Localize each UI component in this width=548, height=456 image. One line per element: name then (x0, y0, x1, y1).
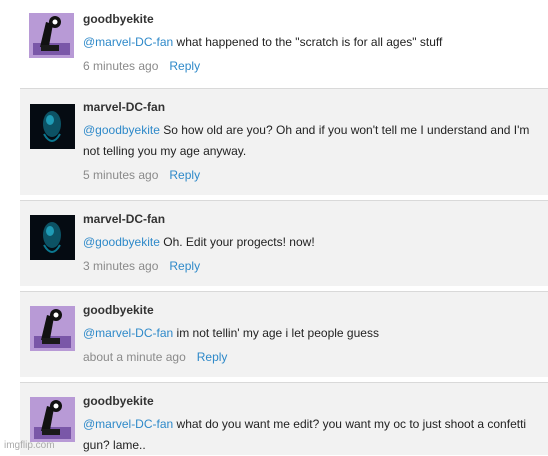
comment-username[interactable]: goodbyekite (83, 12, 544, 26)
mention-link[interactable]: @marvel-DC-fan (83, 35, 173, 49)
purple-robot-avatar-icon (30, 397, 75, 442)
comment: goodbyekite @marvel-DC-fan what happened… (0, 0, 548, 85)
reply-link[interactable]: Reply (169, 59, 200, 73)
comment-body: what happened to the "scratch is for all… (176, 35, 443, 49)
avatar[interactable] (30, 104, 75, 149)
comment-username[interactable]: goodbyekite (83, 303, 544, 317)
reply-link[interactable]: Reply (169, 259, 200, 273)
comment-text: @marvel-DC-fan im not tellin' my age i l… (83, 323, 544, 344)
mention-link[interactable]: @marvel-DC-fan (83, 326, 173, 340)
avatar[interactable] (30, 397, 75, 442)
comment-timestamp: 6 minutes ago (83, 59, 159, 73)
mention-link[interactable]: @marvel-DC-fan (83, 417, 173, 431)
avatar[interactable] (30, 215, 75, 260)
watermark: imgflip.com (4, 440, 55, 451)
mention-link[interactable]: @goodbyekite (83, 123, 160, 137)
comment-username[interactable]: marvel-DC-fan (83, 212, 544, 226)
comment-text: @marvel-DC-fan what happened to the "scr… (83, 32, 544, 53)
comment-reply: marvel-DC-fan @goodbyekite Oh. Edit your… (20, 200, 548, 286)
comment-reply: goodbyekite @marvel-DC-fan im not tellin… (20, 291, 548, 377)
reply-link[interactable]: Reply (197, 350, 228, 364)
comment-username[interactable]: marvel-DC-fan (83, 100, 544, 114)
comment-reply: goodbyekite @marvel-DC-fan what do you w… (20, 382, 548, 455)
comment-text: @goodbyekite Oh. Edit your progects! now… (83, 232, 544, 253)
dark-ghost-avatar-icon (30, 215, 75, 260)
comment-meta: about a minute ago Reply (83, 350, 544, 364)
comment-timestamp: 5 minutes ago (83, 168, 159, 182)
comment-timestamp: 3 minutes ago (83, 259, 159, 273)
purple-robot-avatar-icon (29, 13, 74, 58)
comment-timestamp: about a minute ago (83, 350, 186, 364)
reply-link[interactable]: Reply (169, 168, 200, 182)
comment-meta: 6 minutes ago Reply (83, 59, 544, 73)
comment-meta: 5 minutes ago Reply (83, 168, 544, 182)
comment-body: Oh. Edit your progects! now! (163, 235, 315, 249)
comment-text: @goodbyekite So how old are you? Oh and … (83, 120, 544, 162)
mention-link[interactable]: @goodbyekite (83, 235, 160, 249)
purple-robot-avatar-icon (30, 306, 75, 351)
comment-meta: 3 minutes ago Reply (83, 259, 544, 273)
comment-username[interactable]: goodbyekite (83, 394, 544, 408)
comment-text: @marvel-DC-fan what do you want me edit?… (83, 414, 544, 456)
comment-reply: marvel-DC-fan @goodbyekite So how old ar… (20, 88, 548, 195)
avatar[interactable] (30, 306, 75, 351)
dark-ghost-avatar-icon (30, 104, 75, 149)
comment-body: im not tellin' my age i let people guess (176, 326, 379, 340)
avatar[interactable] (29, 13, 74, 58)
